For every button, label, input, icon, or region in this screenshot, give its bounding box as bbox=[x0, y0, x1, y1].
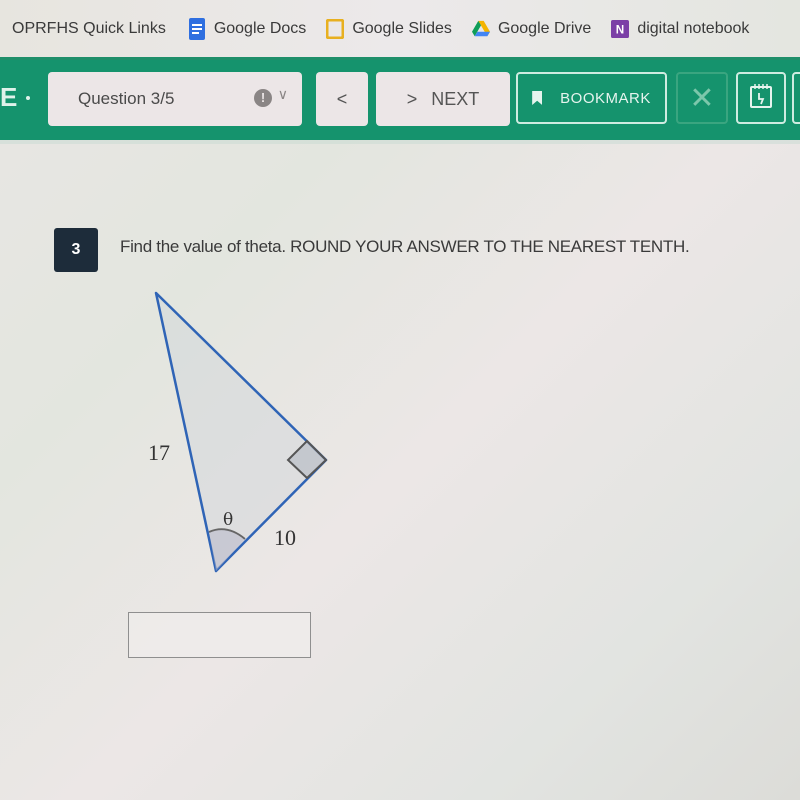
bookmark-digital-notebook[interactable]: N digital notebook bbox=[611, 19, 749, 39]
bookmarks-bar: OPRFHS Quick Links Google Docs Google Sl… bbox=[0, 0, 800, 60]
bookmark-google-slides[interactable]: Google Slides bbox=[326, 18, 452, 39]
question-selector[interactable]: Question 3/5 ! ∨ bbox=[48, 72, 302, 126]
bookmark-icon bbox=[532, 91, 543, 105]
question-number-badge: 3 bbox=[54, 228, 98, 272]
flag-icon: ! bbox=[254, 89, 272, 107]
hypotenuse-label: 17 bbox=[148, 440, 170, 465]
content-divider bbox=[0, 140, 800, 144]
bookmark-label: OPRFHS Quick Links bbox=[12, 19, 166, 37]
onenote-icon: N bbox=[611, 19, 630, 39]
bookmark-label: Google Docs bbox=[213, 19, 307, 37]
close-button[interactable]: ✕ bbox=[676, 72, 728, 124]
app-logo: E bbox=[0, 82, 18, 112]
triangle-shape bbox=[154, 291, 328, 573]
svg-text:N: N bbox=[616, 23, 624, 36]
logo-dot bbox=[26, 96, 30, 100]
close-icon: ✕ bbox=[689, 81, 715, 115]
bookmark-button[interactable]: BOOKMARK bbox=[516, 72, 667, 124]
bookmark-google-docs[interactable]: Google Docs bbox=[188, 17, 307, 40]
notepad-icon bbox=[749, 83, 773, 113]
adjacent-label: 10 bbox=[274, 525, 296, 550]
chevron-right-icon: > bbox=[406, 88, 418, 109]
question-prompt: Find the value of theta. ROUND YOUR ANSW… bbox=[120, 237, 690, 256]
previous-button[interactable]: < bbox=[316, 72, 368, 126]
more-tools-button[interactable] bbox=[792, 72, 800, 124]
quiz-toolbar: E Question 3/5 ! ∨ < > NEXT BOOKMARK ✕ bbox=[0, 60, 800, 140]
answer-input[interactable] bbox=[128, 612, 311, 658]
next-label: NEXT bbox=[431, 88, 480, 109]
angle-label: θ bbox=[223, 510, 233, 530]
question-selector-label: Question 3/5 bbox=[78, 89, 175, 108]
bookmark-label: Google Drive bbox=[497, 19, 592, 37]
next-button[interactable]: > NEXT bbox=[376, 72, 510, 126]
google-drive-icon bbox=[471, 19, 490, 39]
bookmark-label: BOOKMARK bbox=[560, 89, 651, 107]
bookmark-label: digital notebook bbox=[637, 19, 750, 37]
google-slides-icon bbox=[326, 18, 345, 39]
bookmark-label: Google Slides bbox=[352, 19, 452, 37]
triangle-diagram: 17 10 θ bbox=[148, 291, 328, 573]
bookmark-oprfhs-quick-links[interactable]: OPRFHS Quick Links bbox=[12, 20, 166, 38]
bookmark-google-drive[interactable]: Google Drive bbox=[471, 19, 592, 39]
google-docs-icon bbox=[188, 17, 206, 40]
chevron-down-icon: ∨ bbox=[277, 86, 288, 102]
chevron-left-icon: < bbox=[336, 88, 348, 109]
notepad-button[interactable] bbox=[736, 72, 786, 124]
